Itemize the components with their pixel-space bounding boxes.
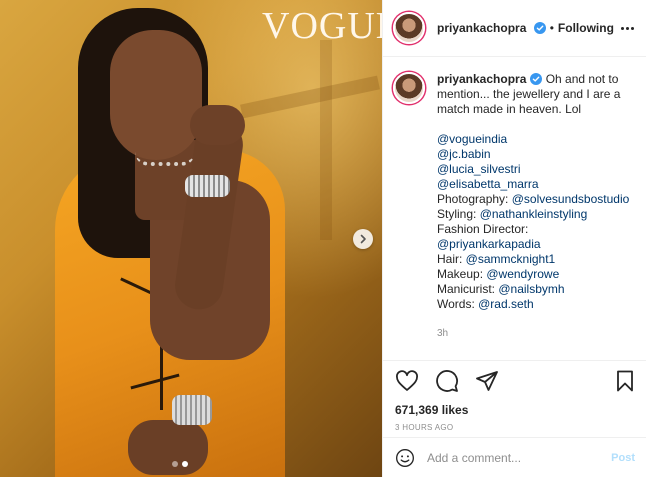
credit-line: @lucia_silvestri — [437, 162, 633, 177]
mention-link[interactable]: @nathankleinstyling — [480, 207, 588, 221]
credit-line: @jc.babin — [437, 147, 633, 162]
mention-link[interactable]: @nailsbymh — [498, 282, 564, 296]
magazine-logo: VOGUE — [262, 5, 382, 47]
comment-icon[interactable] — [435, 369, 459, 393]
save-bookmark-icon[interactable] — [613, 369, 637, 393]
credit-line: Fashion Director: @priyankarkapadia — [437, 222, 633, 252]
credit-label: Manicurist: — [437, 282, 499, 296]
carousel-dot — [182, 461, 188, 467]
credit-line: @vogueindia — [437, 132, 633, 147]
photo-hand — [128, 420, 208, 475]
credit-label: Words: — [437, 297, 479, 311]
avatar[interactable] — [393, 12, 425, 44]
credit-label: Makeup: — [437, 267, 487, 281]
comment-input[interactable] — [427, 450, 597, 465]
credit-label: Hair: — [437, 252, 466, 266]
credit-line: @elisabetta_marra — [437, 177, 633, 192]
post-sidebar: priyankachopra • Following priyankachopr… — [382, 0, 646, 477]
post-photo[interactable]: VOGUE — [0, 0, 382, 477]
credits-list: @vogueindia @jc.babin @lucia_silvestri @eli… — [437, 132, 633, 312]
post-timestamp[interactable]: 3 HOURS AGO — [395, 423, 637, 432]
carousel-indicator — [172, 461, 188, 467]
caption-username[interactable]: priyankachopra — [437, 72, 526, 86]
add-comment-bar: Post — [383, 437, 646, 477]
caption-time[interactable]: 3h — [437, 326, 633, 341]
more-options-icon[interactable] — [621, 26, 634, 30]
credit-line: Manicurist: @nailsbymh — [437, 282, 633, 297]
avatar[interactable] — [393, 72, 425, 104]
photo-bracelet — [172, 395, 212, 425]
mention-link[interactable]: @jc.babin — [437, 147, 491, 161]
caption-text: priyankachopra Oh and not to mention... … — [437, 72, 633, 341]
photo-shadow — [320, 40, 332, 240]
likes-count[interactable]: 671,369 likes — [395, 403, 637, 417]
carousel-next-button[interactable] — [353, 229, 373, 249]
post-actions: 671,369 likes 3 HOURS AGO — [383, 360, 646, 440]
photo-bracelet — [185, 175, 230, 197]
photo-necklace — [135, 152, 195, 166]
carousel-dot — [172, 461, 178, 467]
caption: priyankachopra Oh and not to mention... … — [393, 72, 635, 341]
chevron-right-icon — [360, 234, 366, 244]
credit-label: Photography: — [437, 192, 512, 206]
credit-line: Styling: @nathankleinstyling — [437, 207, 633, 222]
mention-link[interactable]: @wendyrowe — [486, 267, 559, 281]
credit-line: Words: @rad.seth — [437, 297, 633, 312]
credit-label: Fashion Director: — [437, 222, 529, 236]
username-text[interactable]: priyankachopra — [437, 21, 526, 35]
mention-link[interactable]: @rad.seth — [478, 297, 534, 311]
mention-link[interactable]: @sammcknight1 — [466, 252, 556, 266]
following-button[interactable]: Following — [558, 21, 614, 35]
photo-face — [110, 30, 202, 160]
comments-section: priyankachopra Oh and not to mention... … — [383, 58, 646, 360]
mention-link[interactable]: @elisabetta_marra — [437, 177, 539, 191]
action-bar — [395, 369, 637, 393]
mention-link[interactable]: @lucia_silvestri — [437, 162, 521, 176]
post-header: priyankachopra • Following — [383, 0, 646, 57]
emoji-icon[interactable] — [395, 448, 415, 468]
like-icon[interactable] — [395, 369, 419, 393]
header-username[interactable]: priyankachopra — [437, 21, 546, 35]
mention-link[interactable]: @priyankarkapadia — [437, 237, 541, 251]
share-icon[interactable] — [475, 369, 499, 393]
credit-line: Hair: @sammcknight1 — [437, 252, 633, 267]
credit-line: Makeup: @wendyrowe — [437, 267, 633, 282]
mention-link[interactable]: @solvesundsbostudio — [512, 192, 630, 206]
credit-label: Styling: — [437, 207, 480, 221]
verified-badge-icon — [530, 73, 543, 85]
separator: • — [549, 21, 554, 35]
verified-badge-icon — [533, 22, 546, 34]
photo-hand — [190, 105, 245, 145]
post-comment-button[interactable]: Post — [611, 452, 635, 464]
mention-link[interactable]: @vogueindia — [437, 132, 507, 146]
credit-line: Photography: @solvesundsbostudio — [437, 192, 633, 207]
